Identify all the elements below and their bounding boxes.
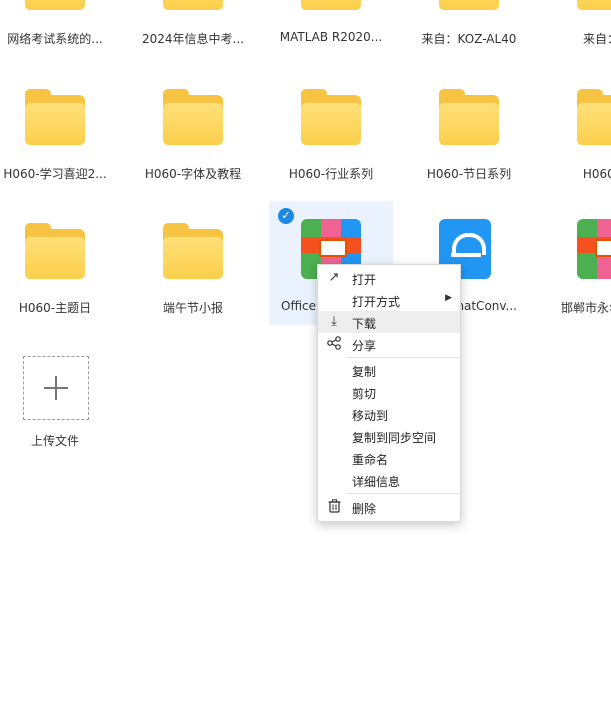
menu-separator	[346, 493, 460, 494]
file-name: 邯郸市永年	[561, 301, 611, 315]
upload-file-button[interactable]	[23, 356, 89, 420]
folder-name: H060-行业系列	[288, 167, 374, 181]
menu-item-rename[interactable]: 重命名	[318, 447, 460, 469]
menu-item-move-to[interactable]: 移动到	[318, 403, 460, 425]
menu-item-delete[interactable]: 删除	[318, 496, 460, 518]
folder-name: H060-学习喜迎2...	[3, 167, 107, 181]
folder-icon	[439, 89, 499, 145]
file-tile[interactable]: 2024年信息中考...	[131, 0, 255, 56]
upload-file-label: 上传文件	[30, 434, 79, 448]
context-menu: ↗ 打开 打开方式 ▶ ⤓ 下载 分享 复制 剪切 移动到 复制到同步空间 重命…	[317, 264, 461, 522]
folder-icon	[439, 0, 499, 10]
menu-item-cut[interactable]: 剪切	[318, 381, 460, 403]
folder-tile[interactable]: H060-主题日	[0, 201, 117, 325]
folder-icon	[577, 89, 611, 145]
folder-name: H060-字体及教程	[144, 167, 242, 181]
menu-item-details[interactable]: 详细信息	[318, 469, 460, 491]
menu-item-copy-to-sync[interactable]: 复制到同步空间	[318, 425, 460, 447]
file-name: 网络考试系统的...	[7, 32, 103, 46]
menu-item-open[interactable]: ↗ 打开	[318, 267, 460, 289]
folder-name: H060-主题日	[18, 301, 92, 315]
file-tile[interactable]: 来自：微	[545, 0, 611, 56]
menu-item-download[interactable]: ⤓ 下载	[318, 311, 460, 333]
folder-tile[interactable]: H060-字体及教程	[131, 67, 255, 191]
file-grid: 网络考试系统的... 2024年信息中考... MATLAB R2020... …	[0, 0, 611, 705]
trash-icon	[326, 499, 342, 515]
selected-check-icon[interactable]: ✓	[278, 208, 294, 224]
folder-icon	[25, 0, 85, 10]
folder-name: H060-生	[582, 167, 611, 181]
file-name: 来自：微	[582, 32, 611, 46]
menu-item-copy[interactable]: 复制	[318, 359, 460, 381]
file-tile[interactable]: 网络考试系统的...	[0, 0, 117, 56]
folder-icon	[163, 0, 223, 10]
folder-tile[interactable]: H060-生	[545, 67, 611, 191]
folder-name: 端午节小报	[162, 301, 223, 315]
folder-tile[interactable]: H060-节日系列	[407, 67, 531, 191]
file-name: MATLAB R2020...	[279, 30, 383, 44]
folder-icon	[163, 89, 223, 145]
folder-tile[interactable]: H060-学习喜迎2...	[0, 67, 117, 191]
folder-icon	[25, 89, 85, 145]
chevron-right-icon: ▶	[445, 293, 452, 303]
download-icon: ⤓	[331, 314, 337, 329]
file-tile[interactable]: 邯郸市永年	[545, 201, 611, 325]
file-name: 来自：KOZ-AL40	[421, 32, 517, 46]
file-tile[interactable]: 来自：KOZ-AL40	[407, 0, 531, 56]
menu-item-open-with[interactable]: 打开方式 ▶	[318, 289, 460, 311]
folder-tile[interactable]: 端午节小报	[131, 201, 255, 325]
folder-icon	[163, 223, 223, 279]
folder-icon	[301, 89, 361, 145]
menu-separator	[346, 357, 460, 358]
share-icon	[326, 336, 342, 352]
arrow-up-right-icon: ↗	[328, 270, 340, 285]
folder-icon	[25, 223, 85, 279]
file-name: 2024年信息中考...	[142, 32, 244, 46]
folder-tile[interactable]: H060-行业系列	[269, 67, 393, 191]
folder-icon	[301, 0, 361, 10]
folder-name: H060-节日系列	[426, 167, 512, 181]
menu-item-share[interactable]: 分享	[318, 333, 460, 355]
archive-icon	[577, 219, 611, 279]
file-tile[interactable]: MATLAB R2020...	[269, 0, 393, 56]
folder-icon	[577, 0, 611, 10]
